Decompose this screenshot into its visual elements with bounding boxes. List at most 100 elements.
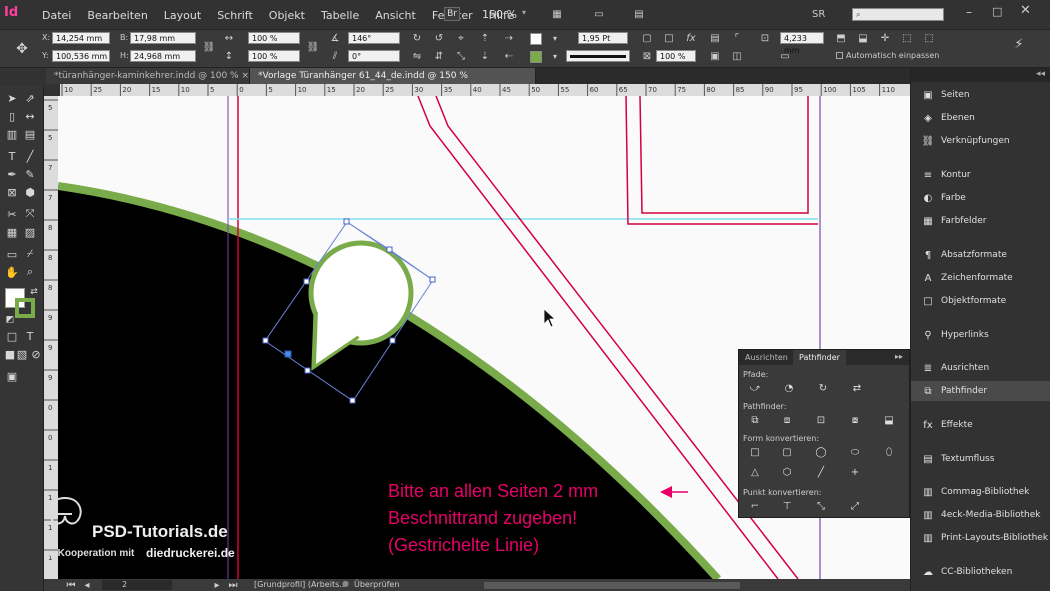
frame-fitting-icon[interactable]: ◫ [730,50,744,62]
formatting-text-icon[interactable]: T [22,328,38,344]
reverse-path-icon[interactable]: ⇄ [849,382,865,394]
corner-options-icon[interactable]: ⌜ [730,32,744,44]
panel-item-kontur[interactable]: ≡ Kontur [911,165,1050,185]
pen-tool-icon[interactable]: ✒ [4,166,20,182]
flip-vertical-icon[interactable]: ⇵ [432,50,446,62]
convert-ellipse-icon[interactable]: ⬯ [881,446,897,458]
close-tab-icon[interactable]: × [241,71,249,81]
smooth-point-icon[interactable]: ⤡ [813,500,829,512]
type-tool-icon[interactable]: T [4,148,20,164]
default-colors-icon[interactable]: ◩ [2,312,18,328]
tab-vorlage-tueranhaenger[interactable]: *Vorlage Türanhänger 61_44_de.indd @ 150… [250,68,536,97]
panel-item-commag-bibliothek[interactable]: ▥ Commag-Bibliothek [911,482,1050,502]
stroke-color-box[interactable] [15,298,35,318]
collapse-dock-icon[interactable]: ◂◂ [1036,69,1045,79]
apply-none-icon[interactable]: ⊘ [28,346,44,362]
add-shape-icon[interactable]: ⧉ [747,414,763,426]
gradient-feather-tool-icon[interactable]: ▨ [22,224,38,240]
selection-handle[interactable] [429,276,436,283]
preflight-label[interactable]: Überprüfen [354,580,399,589]
gradient-swatch-tool-icon[interactable]: ▦ [4,224,20,240]
close-path-icon[interactable]: ↻ [815,382,831,394]
panel-item-ebenen[interactable]: ◈ Ebenen [911,108,1050,128]
intersect-shape-icon[interactable]: ⊡ [813,414,829,426]
minimize-icon[interactable]: – [966,5,972,19]
search-input[interactable]: ⌕ [852,8,944,21]
convert-line-icon[interactable]: ╱ [813,466,829,478]
fit-frame-icon[interactable]: ⬓ [856,32,870,44]
corner-shape-dropdown-icon[interactable]: ▭ [778,50,792,62]
convert-rectangle-icon[interactable]: □ [747,446,763,458]
stroke-swatch[interactable] [530,51,542,63]
convert-inverse-rounded-icon[interactable]: ⬭ [847,446,863,458]
panel-menu-icon[interactable]: ▸▸ [895,352,903,361]
y-field[interactable]: 100,536 mm [52,50,110,62]
formatting-container-icon[interactable]: □ [4,328,20,344]
convert-orthogonal-line-icon[interactable]: + [847,466,863,478]
tab-ausrichten[interactable]: Ausrichten [739,350,794,365]
pencil-tool-icon[interactable]: ✎ [22,166,38,182]
panel-item-seiten[interactable]: ▣ Seiten [911,85,1050,105]
note-tool-icon[interactable]: ▭ [4,246,20,262]
hand-tool-icon[interactable]: ✋ [4,264,20,280]
select-container-icon[interactable]: ⌖ [454,32,468,44]
content-placer-icon[interactable]: ▤ [22,126,38,142]
panel-item-objektformate[interactable]: □ Objektformate [911,291,1050,311]
panel-item-farbe[interactable]: ◐ Farbe [911,188,1050,208]
center-content-icon[interactable]: ✛ [878,32,892,44]
drop-shadow-icon[interactable]: ▢ [640,32,654,44]
previous-page-icon[interactable]: ◂ [80,579,94,591]
next-page-icon[interactable]: ▸ [210,579,224,591]
page-number-field[interactable]: 2 [102,580,172,590]
last-page-icon[interactable]: ⏭ [226,579,240,591]
width-field[interactable]: 17,98 mm [130,32,196,44]
profile-dropdown[interactable]: [Grundprofil] (Arbeits... [254,580,347,589]
zoom-dropdown-icon[interactable]: ▾ [522,8,526,17]
scale-x-field[interactable]: 100 % [248,32,300,44]
arrange-documents-icon[interactable]: ▤ [632,8,646,20]
previous-object-icon[interactable]: ⇡ [478,32,492,44]
select-content-icon[interactable]: ⤡ [454,50,468,62]
selection-handle[interactable] [262,337,269,344]
reference-point-handle[interactable] [284,350,292,358]
symmetrical-point-icon[interactable]: ⤢ [847,500,863,512]
panel-item-hyperlinks[interactable]: ⚲ Hyperlinks [911,325,1050,345]
rotation-angle-field[interactable]: 146° [348,32,400,44]
zoom-level[interactable]: 150 % [482,8,517,21]
menu-objekt[interactable]: Objekt [261,9,313,22]
panel-item-print-layouts-bibliothek[interactable]: ▥ Print-Layouts-Bibliothek [911,528,1050,548]
rotate-ccw-icon[interactable]: ↺ [432,32,446,44]
horizontal-scrollbar[interactable] [484,582,740,589]
panel-item-4eck-media-bibliothek[interactable]: ▥ 4eck-Media-Bibliothek [911,505,1050,525]
eyedropper-tool-icon[interactable]: ⌿ [22,246,38,262]
corner-point-icon[interactable]: ⊤ [779,500,795,512]
next-object-icon[interactable]: ⇣ [478,50,492,62]
fit-content-icon[interactable]: ⬒ [834,32,848,44]
menu-ansicht[interactable]: Ansicht [367,9,424,22]
direct-selection-tool-icon[interactable]: ⇗ [22,90,38,106]
swap-colors-icon[interactable]: ⇄ [26,284,42,300]
height-field[interactable]: 24,968 mm [130,50,196,62]
text-wrap-bbox-icon[interactable]: ▣ [708,50,722,62]
selection-handle[interactable] [304,367,311,374]
selection-handle[interactable] [343,218,350,225]
convert-beveled-rectangle-icon[interactable]: ◯ [813,446,829,458]
selection-handle[interactable] [386,246,393,253]
convert-triangle-icon[interactable]: △ [747,466,763,478]
bridge-button[interactable]: Br [444,7,460,21]
screen-mode-normal-icon[interactable]: ▣ [4,368,20,384]
ellipse-tool-icon[interactable]: ⬢ [22,184,38,200]
fx-icon[interactable]: fx [684,32,698,44]
selection-handle[interactable] [349,397,356,404]
fit-proportionally-icon[interactable]: ⬚ [922,32,936,44]
menu-schrift[interactable]: Schrift [209,9,261,22]
shear-angle-field[interactable]: 0° [348,50,400,62]
panel-item-ausrichten[interactable]: ≣ Ausrichten [911,358,1050,378]
selection-handle[interactable] [303,278,310,285]
quick-apply-icon[interactable]: ⚡ [1012,37,1026,52]
panel-item-cc-bibliotheken[interactable]: ☁ CC-Bibliotheken [911,562,1050,582]
tab-kaminkehrer[interactable]: *türanhänger-kaminkehrer.indd @ 100 % × [46,68,250,84]
close-icon[interactable]: ✕ [1020,3,1031,18]
menu-bearbeiten[interactable]: Bearbeiten [79,9,155,22]
panel-item-farbfelder[interactable]: ▦ Farbfelder [911,211,1050,231]
